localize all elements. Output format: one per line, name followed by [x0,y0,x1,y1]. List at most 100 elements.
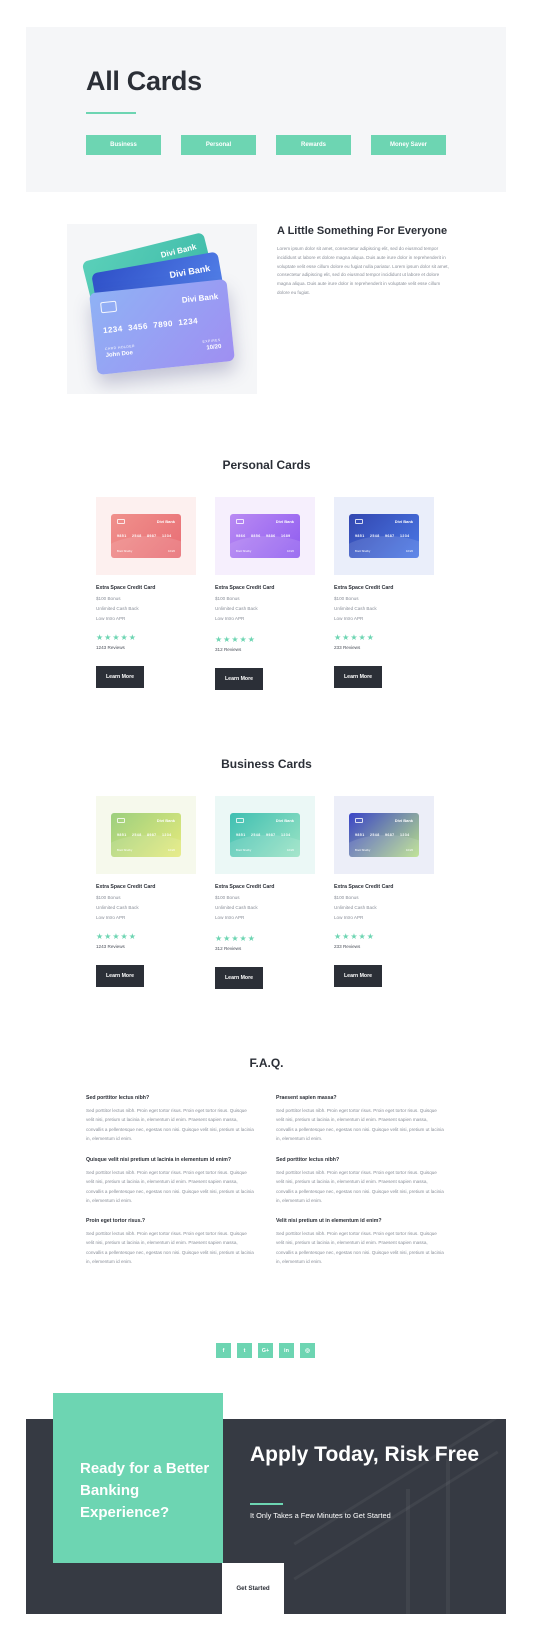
card-bank-name: Divi Bank [156,519,175,524]
cta-title: Apply Today, Risk Free [250,1443,480,1466]
card-feature: Unlimited Cash Back [334,905,377,910]
card-product-title: Extra Space Credit Card [96,585,156,591]
personal-cards-heading: Personal Cards [222,458,311,472]
cta-green-text: Ready for a Better Banking Experience? [80,1460,210,1521]
card-feature: Unlimited Cash Back [215,905,258,910]
blue-card-bank: Divi Bank [168,263,211,281]
card-product-title: Extra Space Credit Card [334,884,394,890]
review-count: 312 Reviews [215,647,242,652]
card-bank-name: Divi Bank [275,519,294,524]
learn-more-button[interactable]: Learn More [215,668,263,690]
twitter-icon[interactable]: t [237,1343,252,1358]
stair-rail-decoration [293,1419,499,1546]
card-feature: Unlimited Cash Back [334,606,377,611]
card-product-title: Extra Space Credit Card [215,585,275,591]
rating-stars-icon: ★★★★★ [96,633,137,642]
card-expiry: 10/20 [168,549,175,553]
faq-heading: F.A.Q. [249,1056,284,1070]
learn-more-button[interactable]: Learn More [334,965,382,987]
card-chip-icon [355,818,363,823]
tab-business[interactable]: Business [86,135,161,155]
card-feature: Unlimited Cash Back [96,905,139,910]
card-bank-name: Divi Bank [394,818,413,823]
card-chip-icon [117,818,125,823]
card-number: 9866 8856 9886 1689 [236,534,291,538]
credit-card-graphic: Divi Bank 9866 8856 9886 1689 Brett Shelby… [230,514,300,558]
card-chip-icon [236,519,244,524]
facebook-icon[interactable]: f [216,1343,231,1358]
card-feature: $100 Bonus [96,895,121,900]
card-product-title: Extra Space Credit Card [96,884,156,890]
review-count: 233 Reviews [334,944,361,949]
card-number: 9851 2548 8987 1234 [117,534,172,538]
card-feature: Low Intro APR [334,915,364,920]
instagram-icon[interactable]: ◎ [300,1343,315,1358]
business-cards-heading: Business Cards [221,757,312,771]
credit-card-graphic: Divi Bank 9851 2548 8987 1234 Brett Shelby… [111,514,181,558]
card-feature: $100 Bonus [334,895,359,900]
intro-card-stack-image: Divi Bank Divi Bank Divi Bank 1234 3456 … [67,224,257,394]
card-feature: $100 Bonus [215,596,240,601]
card-expiry: 10/20 [406,549,413,553]
card-holder: Brett Shelby [117,848,133,852]
card-expiry: 10/20 [287,549,294,553]
front-card-expires-label: EXPIRES [202,337,221,344]
card-number: 9851 2548 9987 1234 [236,833,291,837]
card-wave-decoration [230,536,300,558]
card-feature: $100 Bonus [96,596,121,601]
intro-heading: A Little Something For Everyone [277,225,448,237]
card-bank-name: Divi Bank [275,818,294,823]
card-feature: $100 Bonus [334,596,359,601]
cta-underline [250,1503,283,1505]
credit-card-graphic: Divi Bank 9851 2548 8987 1234 Brett Shelby… [111,813,181,857]
rating-stars-icon: ★★★★★ [215,934,256,943]
card-holder: Brett Shelby [355,549,371,553]
card-feature: Low Intro APR [96,616,126,621]
google-plus-icon[interactable]: G+ [258,1343,273,1358]
card-holder: Brett Shelby [236,549,252,553]
card-feature: Low Intro APR [334,616,364,621]
tab-personal[interactable]: Personal [181,135,256,155]
faq-answer: Sed porttitor lectus nibh. Proin eget to… [276,1108,444,1142]
rating-stars-icon: ★★★★★ [334,932,375,941]
card-holder: Brett Shelby [355,848,371,852]
card-feature: Unlimited Cash Back [215,606,258,611]
faq-question: Proin eget tortor risus.? [86,1218,146,1224]
credit-card-graphic: Divi Bank 9851 2548 9987 1234 Brett Shelby… [230,813,300,857]
card-bank-name: Divi Bank [156,818,175,823]
tab-rewards[interactable]: Rewards [276,135,351,155]
front-card-bank: Divi Bank [181,291,219,305]
card-wave-decoration [230,835,300,857]
card-expiry: 10/20 [287,848,294,852]
rating-stars-icon: ★★★★★ [334,633,375,642]
linkedin-icon[interactable]: in [279,1343,294,1358]
card-holder: Brett Shelby [236,848,252,852]
card-number: 9851 2548 9687 1234 [355,833,410,837]
page-title: All Cards [86,66,202,96]
front-card-expires: 10/20 [206,343,222,352]
learn-more-button[interactable]: Learn More [96,965,144,987]
card-feature: Low Intro APR [215,915,245,920]
card-chip-icon [100,300,118,314]
card-image-box: Divi Bank 9851 2548 9687 1234 Brett Shelby… [334,497,434,575]
rating-stars-icon: ★★★★★ [96,932,137,941]
card-expiry: 10/20 [406,848,413,852]
faq-answer: Sed porttitor lectus nibh. Proin eget to… [276,1231,444,1265]
card-feature: Low Intro APR [215,616,245,621]
card-holder: Brett Shelby [117,549,133,553]
learn-more-button[interactable]: Learn More [215,967,263,989]
card-product-title: Extra Space Credit Card [334,585,394,591]
learn-more-button[interactable]: Learn More [334,666,382,688]
get-started-button[interactable]: Get Started [222,1563,284,1614]
tab-money-saver[interactable]: Money Saver [371,135,446,155]
card-image-box: Divi Bank 9851 2548 8987 1234 Brett Shelby… [96,497,196,575]
card-image-box: Divi Bank 9851 2548 9987 1234 Brett Shelby… [215,796,315,874]
learn-more-button[interactable]: Learn More [96,666,144,688]
card-number: 9851 2548 9687 1234 [355,534,410,538]
card-chip-icon [117,519,125,524]
faq-question: Praesent sapien massa? [276,1095,337,1101]
faq-answer: Sed porttitor lectus nibh. Proin eget to… [86,1108,254,1142]
faq-answer: Sed porttitor lectus nibh. Proin eget to… [86,1231,254,1265]
card-feature: Unlimited Cash Back [96,606,139,611]
card-chip-icon [236,818,244,823]
